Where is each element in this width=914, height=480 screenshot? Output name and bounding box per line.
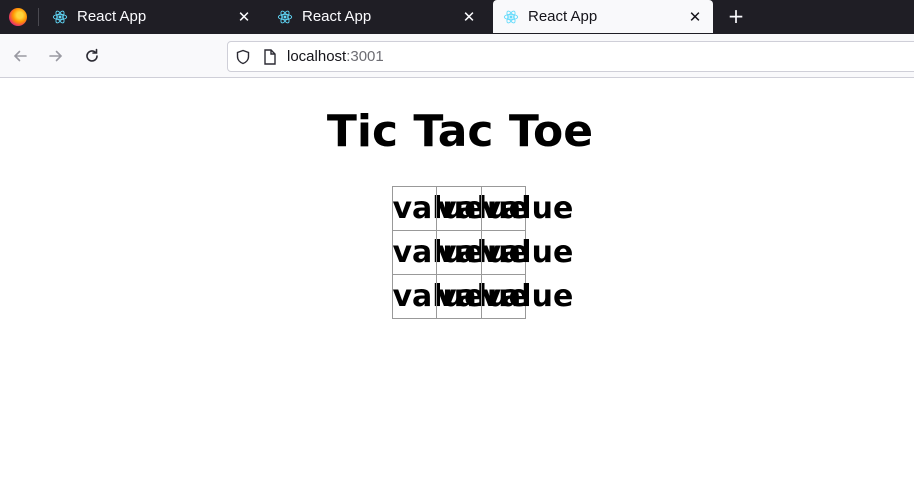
board-cell[interactable]: value	[436, 273, 529, 319]
close-tab-icon[interactable]: ✕	[683, 5, 707, 29]
tab-title: React App	[77, 8, 147, 25]
board-row: value value value	[391, 273, 573, 319]
back-button[interactable]	[6, 42, 34, 70]
cell-value: value	[481, 190, 574, 226]
react-logo-icon	[503, 9, 519, 25]
url-port: :3001	[346, 48, 384, 65]
tab-title: React App	[528, 8, 598, 25]
tab-react-app-1[interactable]: React App ✕	[42, 0, 262, 33]
page-title: Tic Tac Toe	[326, 106, 594, 157]
page-content: Tic Tac Toe value value value value valu…	[0, 78, 914, 480]
tab-react-app-3-active[interactable]: React App ✕	[493, 0, 713, 33]
react-logo-icon	[52, 9, 68, 25]
navigation-toolbar: localhost:3001	[0, 34, 914, 78]
tab-title: React App	[302, 8, 372, 25]
board-cell[interactable]: value	[391, 273, 484, 319]
firefox-menu-button[interactable]	[0, 0, 36, 34]
page-icon[interactable]	[259, 46, 281, 68]
close-tab-icon[interactable]: ✕	[232, 5, 256, 29]
forward-arrow-icon	[49, 50, 63, 62]
board-cell[interactable]: value	[480, 273, 573, 319]
board-cell[interactable]: value	[391, 229, 484, 275]
url-bar[interactable]: localhost:3001	[227, 41, 914, 72]
back-arrow-icon	[13, 50, 27, 62]
new-tab-button[interactable]: +	[722, 2, 750, 30]
board-row: value value value	[391, 185, 573, 231]
close-tab-icon[interactable]: ✕	[457, 5, 481, 29]
cell-value: value	[481, 234, 574, 270]
tab-react-app-2[interactable]: React App ✕	[267, 0, 487, 33]
board-cell[interactable]: value	[480, 229, 573, 275]
game-board: value value value value value value valu…	[391, 185, 573, 319]
reload-button[interactable]	[78, 42, 106, 70]
url-text: localhost:3001	[287, 48, 384, 65]
board-cell[interactable]: value	[436, 185, 529, 231]
tab-separator	[38, 8, 39, 26]
forward-button[interactable]	[42, 42, 70, 70]
board-cell[interactable]: value	[436, 229, 529, 275]
url-host: localhost	[287, 48, 347, 65]
tab-strip: React App ✕ React App ✕ React App ✕ +	[0, 0, 914, 34]
firefox-logo-icon	[9, 8, 27, 26]
shield-icon[interactable]	[232, 46, 254, 68]
reload-icon	[86, 48, 98, 62]
board-row: value value value	[391, 229, 573, 275]
board-cell[interactable]: value	[391, 185, 484, 231]
react-logo-icon	[277, 9, 293, 25]
board-cell[interactable]: value	[480, 185, 573, 231]
cell-value: value	[481, 278, 574, 314]
